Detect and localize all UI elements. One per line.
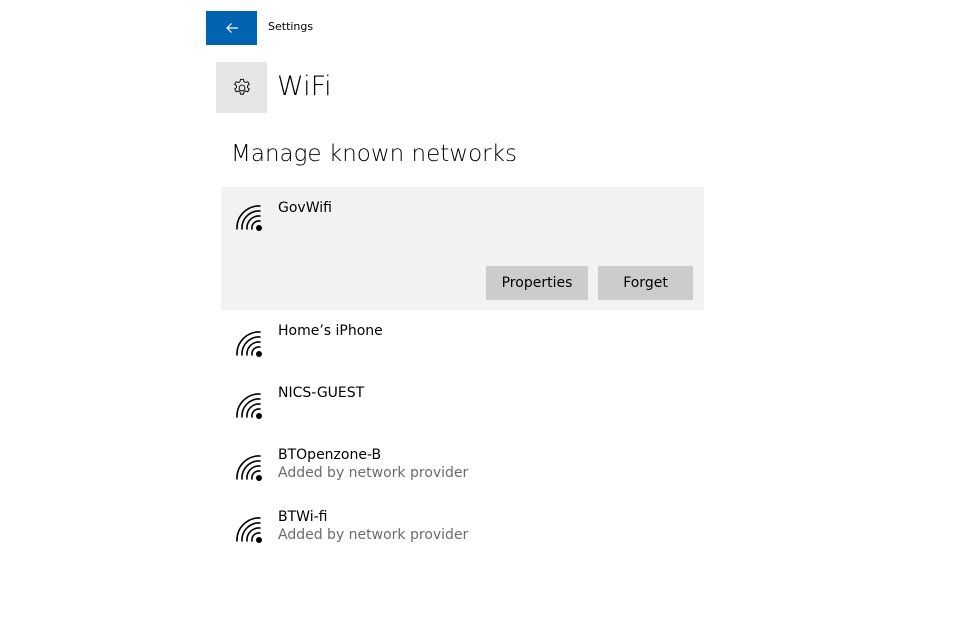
wifi-icon <box>236 205 262 231</box>
gear-icon <box>233 78 250 95</box>
page-icon-tile <box>216 62 267 113</box>
section-title: Manage known networks <box>231 141 517 167</box>
network-name: Home’s iPhone <box>278 323 383 339</box>
network-subtitle: Added by network provider <box>278 527 469 543</box>
network-item-nics-guest[interactable]: NICS-GUEST <box>221 372 704 434</box>
properties-button[interactable]: Properties <box>486 266 588 300</box>
back-button[interactable] <box>206 11 257 45</box>
wifi-icon <box>236 393 262 419</box>
known-networks-list: GovWifi Properties Forget Home’s iPhone <box>221 187 704 558</box>
network-item-btopenzone-b[interactable]: BTOpenzone-B Added by network provider <box>221 434 704 496</box>
network-name: NICS-GUEST <box>278 385 365 401</box>
page-title: WiFi <box>277 71 332 102</box>
network-item-btwi-fi[interactable]: BTWi-fi Added by network provider <box>221 496 704 558</box>
network-item-govwifi[interactable]: GovWifi Properties Forget <box>221 187 704 310</box>
wifi-icon <box>236 517 262 543</box>
network-name: GovWifi <box>278 200 332 216</box>
wifi-icon <box>236 455 262 481</box>
forget-button[interactable]: Forget <box>598 266 693 300</box>
network-subtitle: Added by network provider <box>278 465 469 481</box>
network-name: BTWi-fi <box>278 509 328 525</box>
network-name: BTOpenzone-B <box>278 447 382 463</box>
app-title: Settings <box>268 20 314 33</box>
settings-window: Settings WiFi Manage known networks GovW… <box>0 0 960 640</box>
wifi-icon <box>236 331 262 357</box>
network-item-homes-iphone[interactable]: Home’s iPhone <box>221 310 704 372</box>
back-arrow-icon <box>225 23 238 33</box>
